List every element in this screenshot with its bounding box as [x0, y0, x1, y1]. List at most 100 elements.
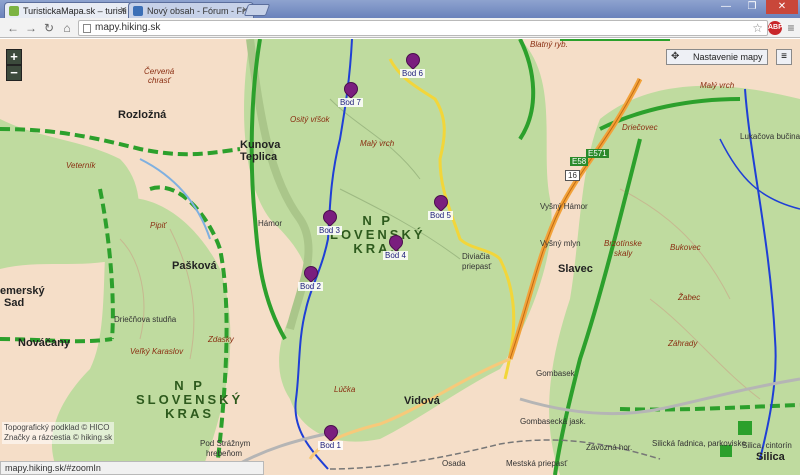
village-label: Silica — [756, 451, 785, 463]
home-button[interactable]: ⌂ — [60, 21, 74, 35]
map-pin-icon — [321, 422, 341, 442]
back-button[interactable]: ← — [6, 21, 20, 35]
page-icon — [83, 24, 91, 33]
chrome-menu-icon[interactable]: ≡ — [784, 21, 798, 35]
marker-label: Bod 4 — [383, 251, 408, 260]
map-pin-icon — [320, 207, 340, 227]
np-label-center: N P LOVENSKÝ KRAS — [330, 214, 426, 256]
zoom-out-button[interactable]: − — [6, 65, 22, 81]
place-label: Driečňova studňa — [114, 315, 177, 324]
map-marker[interactable]: Bod 2 — [298, 263, 323, 291]
place-label: Diviačia — [462, 252, 491, 261]
road-sign-label: 16 — [565, 170, 580, 181]
map-settings-button[interactable]: ✥ Nastavenie mapy — [666, 49, 768, 65]
hill-label: skaly — [614, 249, 633, 258]
marker-label: Bod 1 — [318, 441, 343, 450]
place-label: priepasť — [462, 262, 492, 271]
hill-label: chrasť — [148, 76, 171, 85]
hill-label: Pipiť — [150, 221, 167, 230]
map-favicon-icon — [9, 6, 19, 16]
attribution-line: Topografický podklad © HICO — [4, 423, 110, 432]
status-bar-url: mapy.hiking.sk/#zoomIn — [0, 461, 264, 475]
np-label-line: LOVENSKÝ — [330, 227, 426, 242]
np-label-line: N P — [362, 213, 394, 228]
forum-favicon-icon — [133, 6, 143, 16]
place-label: Lukačova bučina — [740, 132, 800, 141]
village-label: Slavec — [558, 263, 593, 275]
village-label: emerský — [0, 285, 45, 297]
village-label: Kunova — [240, 139, 281, 151]
place-label: Gombasek — [536, 369, 575, 378]
hill-label: Zdasky — [208, 335, 234, 344]
map-marker[interactable]: Bod 3 — [317, 207, 342, 235]
map-marker[interactable]: Bod 5 — [428, 192, 453, 220]
adblock-plus-icon[interactable]: ABP — [768, 21, 783, 35]
marker-label: Bod 2 — [298, 282, 323, 291]
np-label-line: KRAS — [353, 241, 403, 256]
map-pin-icon — [386, 232, 406, 252]
village-label: Vidová — [404, 395, 440, 407]
hill-label: Malý vrch — [700, 81, 735, 90]
place-label: Vyšný mlyn — [540, 239, 581, 248]
map-marker[interactable]: Bod 1 — [318, 422, 343, 450]
close-window-button[interactable]: ✕ — [766, 0, 798, 14]
forward-button[interactable]: → — [24, 21, 38, 35]
new-tab-button[interactable] — [243, 4, 271, 16]
tab-forum[interactable]: Nový obsah - Fórum - Fr ✕ — [128, 2, 254, 18]
map-pin-icon — [341, 79, 361, 99]
tab-title: Nový obsah - Fórum - Fr — [147, 6, 246, 16]
marker-label: Bod 7 — [338, 98, 363, 107]
np-label-line: SLOVENSKÝ — [136, 392, 244, 407]
map-marker[interactable]: Bod 4 — [383, 232, 408, 260]
attribution-line: Značky a rázcestia © hiking.sk — [4, 433, 113, 442]
np-label-line: N P — [174, 378, 205, 393]
marker-label: Bod 5 — [428, 211, 453, 220]
address-bar[interactable]: mapy.hiking.sk ☆ — [78, 20, 768, 36]
place-label: Mestská priepasť — [506, 459, 568, 468]
hill-label: Veterník — [66, 161, 96, 170]
browser-toolbar: ← → ↻ ⌂ mapy.hiking.sk ☆ ABP ≡ — [0, 18, 800, 38]
place-label: Gombasecká jask. — [520, 417, 586, 426]
map-settings-label: Nastavenie mapy — [693, 52, 763, 62]
maximize-button[interactable]: ❐ — [740, 0, 764, 14]
marker-label: Bod 3 — [317, 226, 342, 235]
place-label: Vyšný Hámor — [540, 202, 588, 211]
map-attribution: Topografický podklad © HICO Značky a ráz… — [2, 422, 115, 444]
hill-label: Červená — [144, 67, 175, 76]
place-label: Silica, cintorín — [742, 441, 792, 450]
map-pin-icon — [403, 50, 423, 70]
village-label: Sad — [4, 297, 25, 309]
place-label: hrebeňom — [206, 449, 243, 458]
gear-icon: ✥ — [671, 51, 680, 62]
map-view[interactable]: + − ✥ Nastavenie mapy ≡ N P LOVENSKÝ KRA… — [0, 39, 800, 475]
map-marker[interactable]: Bod 7 — [338, 79, 363, 107]
tab-turisticka-mapa[interactable]: TuristickaMapa.sk – turisti ✕ — [4, 2, 132, 18]
minimize-button[interactable]: — — [714, 0, 738, 14]
place-label: Osada — [442, 459, 466, 468]
url-text: mapy.hiking.sk — [95, 22, 161, 33]
marker-label: Bod 6 — [400, 69, 425, 78]
map-menu-button[interactable]: ≡ — [776, 49, 792, 65]
place-label: Hámor — [258, 219, 283, 228]
np-label-line: KRAS — [165, 406, 215, 421]
map-marker[interactable]: Bod 6 — [400, 50, 425, 78]
hill-label: Ositý vŕšok — [290, 115, 330, 124]
village-label: Teplica — [240, 151, 278, 163]
village-label: Rozložná — [118, 109, 167, 121]
map-pin-icon — [431, 192, 451, 212]
hill-label: Lúčka — [334, 385, 356, 394]
bookmark-star-icon[interactable]: ☆ — [752, 21, 763, 35]
zoom-in-button[interactable]: + — [6, 49, 22, 65]
place-label: Silická ľadnica, parkovisko — [652, 439, 746, 448]
tab-title: TuristickaMapa.sk – turisti — [23, 6, 127, 16]
road-sign-label: E571 — [586, 149, 609, 158]
hill-label: Malý vrch — [360, 139, 395, 148]
hill-label: Driečovec — [622, 123, 658, 132]
reload-button[interactable]: ↻ — [42, 21, 56, 35]
close-icon[interactable]: ✕ — [119, 5, 127, 16]
village-label: Pašková — [172, 260, 217, 272]
np-label-southwest: N P SLOVENSKÝ KRAS — [136, 379, 243, 421]
hill-label: Žabec — [678, 293, 701, 302]
place-label: Závozná hor. — [586, 443, 633, 452]
map-pin-icon — [301, 263, 321, 283]
